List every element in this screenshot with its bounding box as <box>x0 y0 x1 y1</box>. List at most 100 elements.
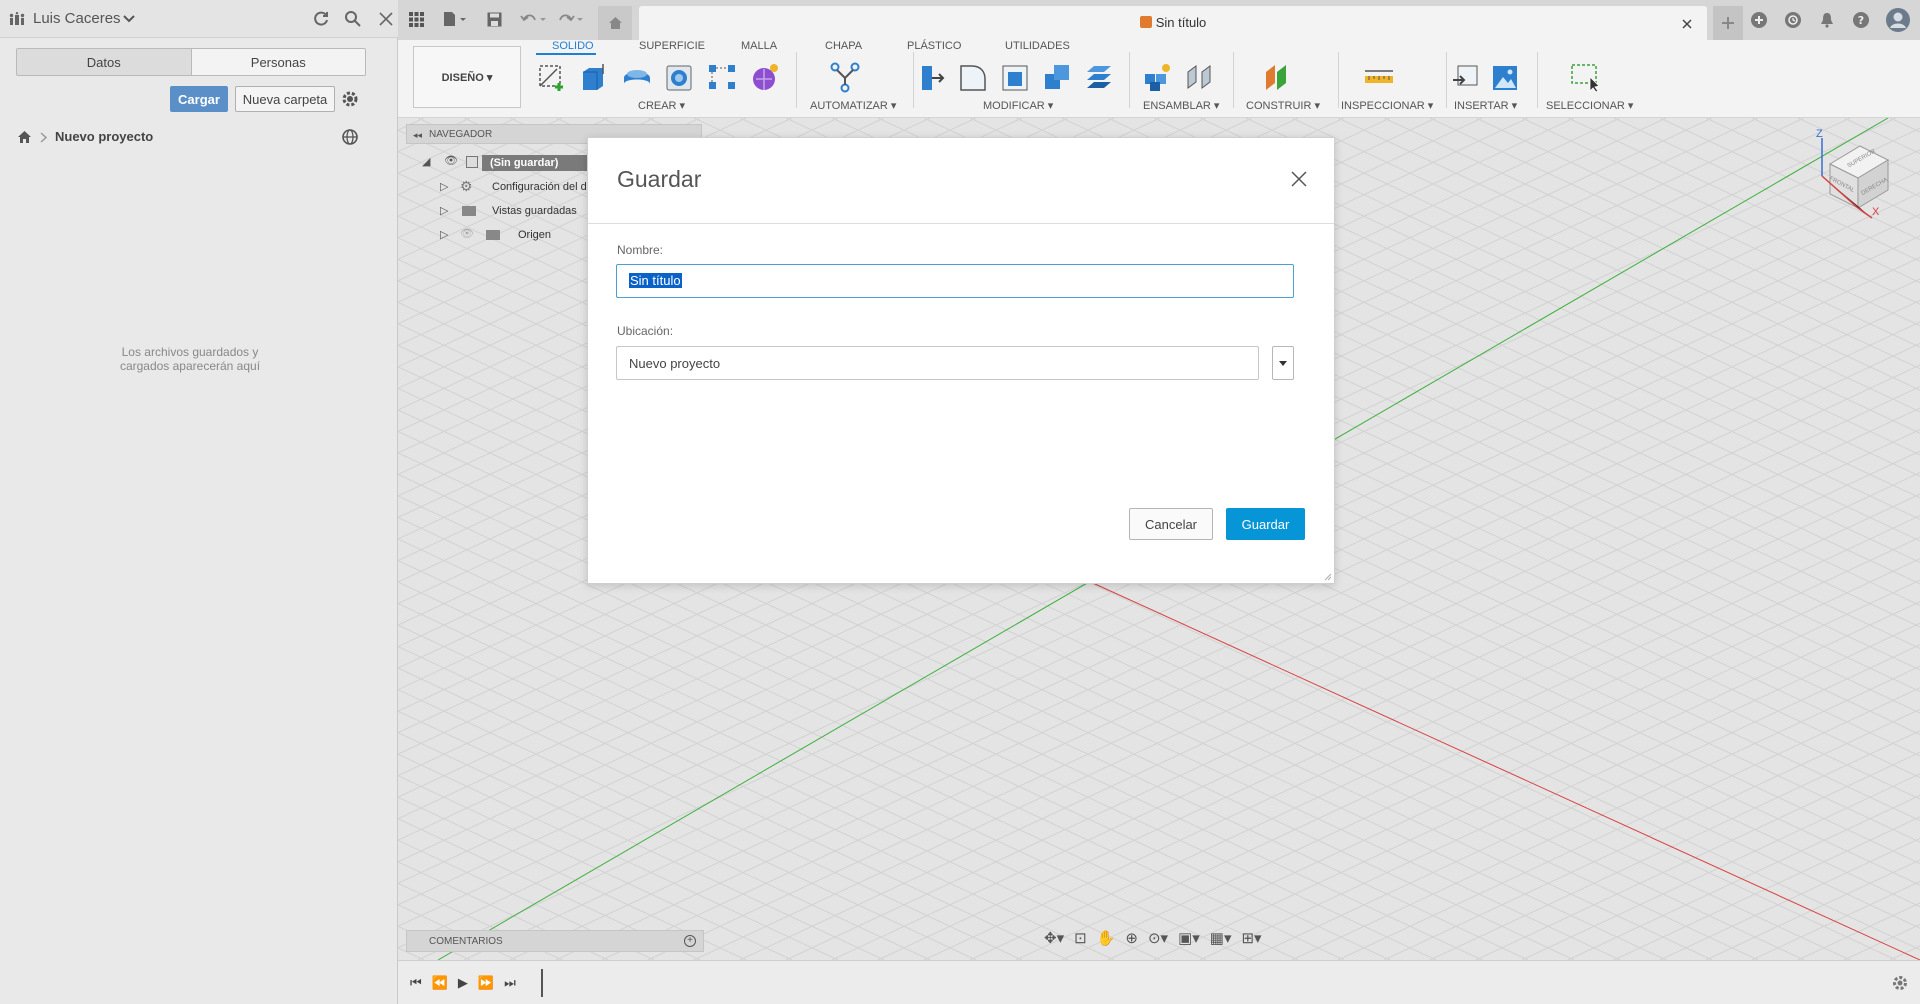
fit-icon[interactable]: ⊙▾ <box>1148 929 1168 947</box>
group-automatizar[interactable]: AUTOMATIZAR ▾ <box>810 99 896 112</box>
new-folder-button[interactable]: Nueva carpeta <box>235 86 335 112</box>
tab-malla[interactable]: MALLA <box>741 40 777 52</box>
split-body-icon[interactable] <box>1082 60 1116 94</box>
chevron-down-icon[interactable] <box>122 12 136 26</box>
group-ensamblar[interactable]: ENSAMBLAR ▾ <box>1143 99 1219 112</box>
tab-plastico[interactable]: PLÁSTICO <box>907 40 961 52</box>
tab-utilidades[interactable]: UTILIDADES <box>1005 40 1070 52</box>
select-icon[interactable] <box>1568 60 1602 94</box>
group-seleccionar[interactable]: SELECCIONAR ▾ <box>1546 99 1633 112</box>
app-grid-icon[interactable] <box>406 9 426 29</box>
hidden-icon[interactable]: 👁 <box>460 227 474 240</box>
viewports-icon[interactable]: ⊞▾ <box>1241 929 1261 947</box>
add-comment-icon[interactable]: + <box>684 935 696 947</box>
close-icon[interactable] <box>376 9 396 29</box>
navigator-root[interactable]: ◢ 👁 (Sin guardar) <box>422 155 592 173</box>
notifications-icon[interactable] <box>1816 9 1838 31</box>
refresh-icon[interactable] <box>311 9 331 29</box>
name-input[interactable]: Sin título <box>616 264 1294 298</box>
automate-icon[interactable] <box>828 60 862 94</box>
upload-button[interactable]: Cargar <box>170 86 228 112</box>
tab-datos[interactable]: Datos <box>17 49 191 75</box>
previous-step-icon[interactable]: ⏪ <box>432 975 448 991</box>
look-at-icon[interactable]: ⊡ <box>1074 929 1087 947</box>
home-icon[interactable] <box>16 129 32 145</box>
team-icon[interactable] <box>8 11 26 27</box>
display-settings-icon[interactable]: ▣▾ <box>1178 929 1200 947</box>
group-insertar[interactable]: INSERTAR ▾ <box>1454 99 1517 112</box>
new-component-icon[interactable] <box>1140 60 1174 94</box>
redo-icon[interactable] <box>555 9 585 29</box>
close-tab-icon[interactable] <box>1679 16 1695 32</box>
grid-settings-icon[interactable]: ▦▾ <box>1210 929 1232 947</box>
close-icon[interactable] <box>1289 169 1309 189</box>
visibility-icon[interactable]: 👁 <box>444 154 458 167</box>
document-tab[interactable]: Sin título <box>639 6 1707 40</box>
expand-arrow-icon[interactable]: ▷ <box>440 180 448 193</box>
shell-icon[interactable] <box>998 60 1032 94</box>
navigator-item-label[interactable]: Vistas guardadas <box>492 205 577 217</box>
revolve-icon[interactable] <box>620 60 654 94</box>
comments-panel[interactable]: COMENTARIOS + <box>406 930 704 952</box>
undo-icon[interactable] <box>518 9 548 29</box>
expand-arrow-icon[interactable]: ▷ <box>440 228 448 241</box>
orbit-icon[interactable]: ✥▾ <box>1044 929 1064 947</box>
combine-icon[interactable] <box>1040 60 1074 94</box>
pan-icon[interactable]: ✋ <box>1097 929 1116 947</box>
insert-derive-icon[interactable] <box>1448 60 1482 94</box>
pattern-icon[interactable] <box>705 60 739 94</box>
location-field[interactable]: Nuevo proyecto <box>616 346 1259 380</box>
tab-superficie[interactable]: SUPERFICIE <box>639 40 705 52</box>
create-form-icon[interactable] <box>748 60 782 94</box>
measure-icon[interactable] <box>1362 60 1396 94</box>
next-step-icon[interactable]: ⏩ <box>478 975 494 991</box>
help-icon[interactable]: ? <box>1850 9 1872 31</box>
create-sketch-icon[interactable] <box>536 60 568 94</box>
file-menu-icon[interactable] <box>441 9 469 29</box>
search-icon[interactable] <box>343 9 363 29</box>
navigator-item[interactable]: ▷ 👁 Origen <box>440 228 590 246</box>
gear-icon[interactable] <box>340 89 360 109</box>
play-icon[interactable]: ▶ <box>458 975 468 991</box>
insert-canvas-icon[interactable] <box>1488 60 1522 94</box>
extensions-icon[interactable] <box>1748 9 1770 31</box>
user-name[interactable]: Luis Caceres <box>33 10 121 27</box>
avatar[interactable] <box>1883 5 1913 35</box>
save-icon[interactable] <box>484 9 504 29</box>
expand-arrow-icon[interactable]: ▷ <box>440 204 448 217</box>
group-inspeccionar[interactable]: INSPECCIONAR ▾ <box>1341 99 1433 112</box>
hole-icon[interactable] <box>662 60 696 94</box>
navigator-item[interactable]: ▷ Vistas guardadas <box>440 204 590 222</box>
press-pull-icon[interactable] <box>914 60 948 94</box>
cancel-button[interactable]: Cancelar <box>1129 508 1213 540</box>
collapse-icon[interactable]: ◂◂ <box>413 130 422 141</box>
job-status-icon[interactable] <box>1782 9 1804 31</box>
extrude-icon[interactable] <box>578 60 610 94</box>
resize-handle-icon[interactable] <box>1324 573 1332 581</box>
navigator-item[interactable]: ▷ ⚙ Configuración del d <box>440 178 590 198</box>
globe-icon[interactable] <box>340 127 360 147</box>
fillet-icon[interactable] <box>956 60 990 94</box>
navigator-item-label[interactable]: Origen <box>518 229 551 241</box>
offset-plane-icon[interactable] <box>1260 60 1294 94</box>
navigator-item-label[interactable]: Configuración del d <box>492 181 587 193</box>
tab-solido[interactable]: SOLIDO <box>552 40 594 52</box>
group-crear[interactable]: CREAR ▾ <box>638 99 685 112</box>
timeline-settings-icon[interactable] <box>1890 973 1910 993</box>
zoom-icon[interactable]: ⊕ <box>1125 929 1138 947</box>
group-modificar[interactable]: MODIFICAR ▾ <box>983 99 1053 112</box>
home-tab-icon[interactable] <box>598 6 632 40</box>
root-component-label[interactable]: (Sin guardar) <box>482 155 592 171</box>
location-dropdown-button[interactable] <box>1272 346 1294 380</box>
save-button[interactable]: Guardar <box>1226 508 1305 540</box>
joint-icon[interactable] <box>1182 60 1216 94</box>
tab-chapa[interactable]: CHAPA <box>825 40 862 52</box>
breadcrumb[interactable]: Nuevo proyecto <box>55 129 153 144</box>
group-construir[interactable]: CONSTRUIR ▾ <box>1246 99 1320 112</box>
name-input-value[interactable]: Sin título <box>629 273 682 288</box>
new-tab-icon[interactable] <box>1713 6 1743 40</box>
timeline-marker[interactable] <box>541 969 543 997</box>
workspace-switcher[interactable]: DISEÑO ▾ <box>413 46 521 108</box>
first-step-icon[interactable]: ⏮ <box>410 975 422 991</box>
view-cube[interactable]: Z X SUPERIOR FRONTAL DERECHA <box>1808 128 1898 224</box>
